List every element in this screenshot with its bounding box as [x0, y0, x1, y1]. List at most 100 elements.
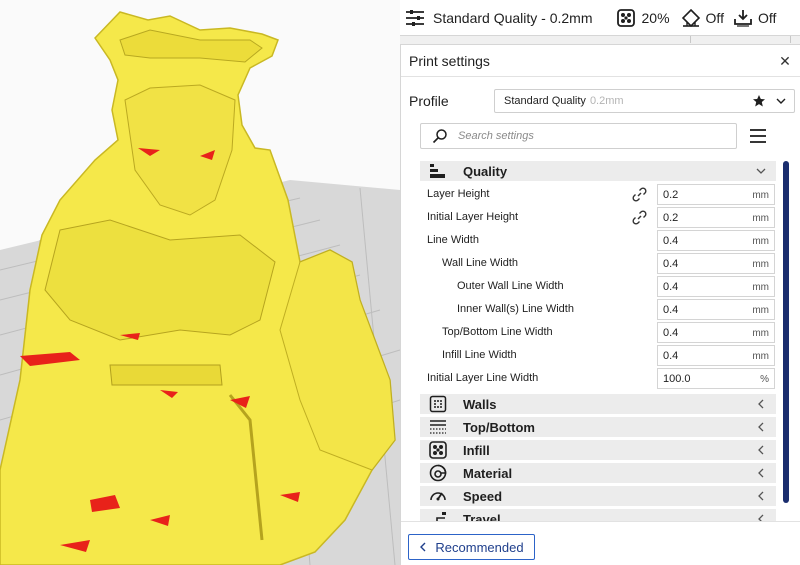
setting-label: Wall Line Width — [442, 257, 519, 269]
setting-row: Layer Height 0.2 mm — [401, 183, 781, 206]
setting-input[interactable]: 0.4 mm — [657, 276, 775, 297]
print-setup-toolbar[interactable]: Standard Quality - 0.2mm 20% Off Off — [400, 0, 800, 36]
recommended-label: Recommended — [435, 539, 524, 555]
profile-summary-label: Standard Quality - 0.2mm — [433, 9, 593, 26]
setting-label: Initial Layer Height — [427, 211, 519, 223]
material-icon — [429, 464, 447, 482]
adhesion-icon — [732, 7, 754, 29]
profile-value: Standard Quality — [504, 95, 586, 107]
setting-input[interactable]: 0.4 mm — [657, 345, 775, 366]
setting-label: Layer Height — [427, 188, 490, 200]
category-infill[interactable]: Infill — [420, 440, 776, 460]
chevron-left-icon — [758, 445, 764, 455]
infill-summary[interactable]: 20% — [615, 0, 670, 35]
setting-input[interactable]: 0.2 mm — [657, 184, 775, 205]
toolbar-separator — [400, 36, 800, 44]
panel-title: Print settings — [409, 52, 490, 69]
setting-input[interactable]: 0.4 mm — [657, 322, 775, 343]
speed-icon — [429, 487, 447, 505]
setting-unit: mm — [752, 351, 769, 362]
setting-unit: % — [760, 374, 769, 385]
setting-row: Infill Line Width 0.4 mm — [401, 344, 781, 367]
category-label: Speed — [463, 488, 503, 504]
setting-label: Line Width — [427, 234, 479, 246]
search-row — [420, 123, 770, 149]
setting-row: Initial Layer Height 0.2 mm — [401, 206, 781, 229]
setting-value: 0.4 — [663, 327, 679, 339]
category-label: Walls — [463, 396, 497, 412]
setting-row: Wall Line Width 0.4 mm — [401, 252, 781, 275]
settings-scrollbar[interactable] — [783, 161, 789, 521]
adhesion-summary[interactable]: Off — [732, 0, 776, 35]
link-icon — [632, 187, 647, 202]
setting-label: Top/Bottom Line Width — [442, 326, 553, 338]
setting-value: 0.4 — [663, 304, 679, 316]
category-label: Top/Bottom — [463, 419, 535, 435]
setting-unit: mm — [752, 305, 769, 316]
setting-input[interactable]: 0.4 mm — [657, 230, 775, 251]
setting-value: 0.4 — [663, 235, 679, 247]
adhesion-summary-label: Off — [757, 9, 777, 26]
category-label: Infill — [463, 442, 490, 458]
chevron-left-icon — [758, 491, 764, 501]
setting-value: 0.4 — [663, 350, 679, 362]
setting-row: Top/Bottom Line Width 0.4 mm — [401, 321, 781, 344]
setting-input[interactable]: 0.4 mm — [657, 299, 775, 320]
category-quality[interactable]: Quality — [420, 161, 776, 181]
close-icon[interactable]: ✕ — [778, 54, 792, 68]
support-summary[interactable]: Off — [680, 0, 724, 35]
search-box[interactable] — [420, 123, 737, 149]
category-label: Material — [463, 465, 513, 481]
setting-row: Line Width 0.4 mm — [401, 229, 781, 252]
setting-unit: mm — [752, 282, 769, 293]
search-icon — [432, 129, 447, 144]
profile-sub-value: 0.2mm — [589, 95, 624, 107]
settings-list[interactable]: Quality Layer Height 0.2 mm Initial Laye… — [401, 161, 800, 521]
support-icon — [680, 7, 702, 29]
setting-value: 0.4 — [663, 281, 679, 293]
category-quality-label: Quality — [463, 163, 508, 179]
print-settings-panel: Print settings ✕ Profile Standard Qualit… — [400, 44, 800, 565]
recommended-button[interactable]: Recommended — [408, 534, 535, 560]
setting-value: 0.4 — [663, 258, 679, 270]
setting-input[interactable]: 0.2 mm — [657, 207, 775, 228]
favorite-star-icon[interactable] — [752, 94, 766, 108]
profile-label: Profile — [409, 93, 449, 109]
category-walls[interactable]: Walls — [420, 394, 776, 414]
category-speed[interactable]: Speed — [420, 486, 776, 506]
setting-row: Outer Wall Line Width 0.4 mm — [401, 275, 781, 298]
infill-icon — [615, 7, 637, 29]
category-material[interactable]: Material — [420, 463, 776, 483]
scrollbar-thumb[interactable] — [783, 161, 789, 503]
setting-row: Inner Wall(s) Line Width 0.4 mm — [401, 298, 781, 321]
setting-unit: mm — [752, 190, 769, 201]
search-input[interactable] — [458, 130, 718, 142]
profile-dropdown[interactable]: Standard Quality 0.2mm — [494, 89, 795, 113]
setting-label: Initial Layer Line Width — [427, 372, 539, 384]
setting-value: 100.0 — [663, 373, 691, 385]
category-top-bottom[interactable]: Top/Bottom — [420, 417, 776, 437]
chevron-left-icon — [758, 422, 764, 432]
settings-menu-icon[interactable] — [749, 127, 767, 145]
profile-row: Profile Standard Quality 0.2mm — [409, 89, 795, 113]
setting-unit: mm — [752, 236, 769, 247]
chevron-left-icon — [758, 399, 764, 409]
setting-unit: mm — [752, 328, 769, 339]
3d-viewport[interactable] — [0, 0, 400, 565]
setting-label: Infill Line Width — [442, 349, 517, 361]
setting-input[interactable]: 100.0 % — [657, 368, 775, 389]
quality-icon — [429, 162, 447, 180]
setting-input[interactable]: 0.4 mm — [657, 253, 775, 274]
panel-footer: Recommended — [401, 521, 800, 565]
category-travel[interactable]: Travel — [420, 509, 776, 521]
profile-summary[interactable]: Standard Quality - 0.2mm — [400, 0, 593, 35]
setting-row: Initial Layer Line Width 100.0 % — [401, 367, 781, 390]
infill-summary-label: 20% — [641, 9, 670, 26]
setting-label: Outer Wall Line Width — [457, 280, 564, 292]
infill-icon — [429, 441, 447, 459]
print-settings-icon — [404, 7, 426, 29]
chevron-left-icon — [420, 542, 426, 552]
top-bottom-icon — [429, 418, 447, 436]
viewport-scene — [0, 11, 400, 565]
setting-value: 0.2 — [663, 189, 679, 201]
